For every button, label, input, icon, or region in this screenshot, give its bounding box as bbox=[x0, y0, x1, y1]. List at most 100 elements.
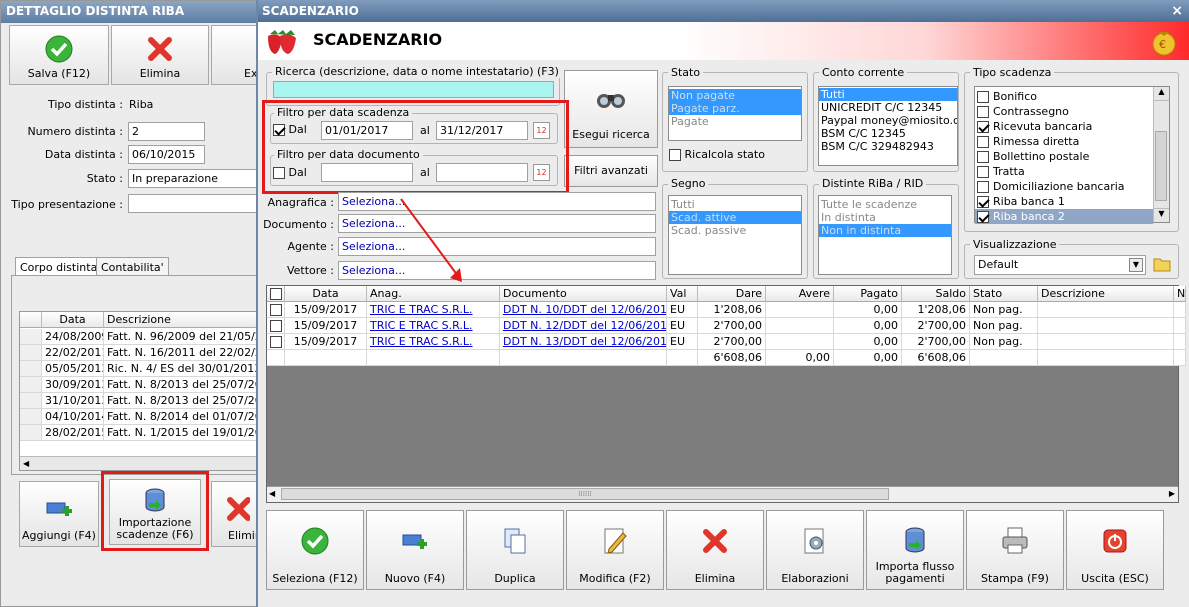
table-cell[interactable]: Non pag. bbox=[970, 302, 1038, 318]
list-item[interactable]: BSM C/C 329482943 bbox=[819, 140, 957, 153]
table-cell[interactable]: DDT N. 10/DDT del 12/06/2017 bbox=[500, 302, 667, 318]
scroll-up-icon[interactable]: ▲ bbox=[1154, 87, 1169, 101]
list-item[interactable]: Tutti bbox=[819, 88, 957, 101]
table-cell-descrizione[interactable]: Fatt. N. 16/2011 del 22/02/20 bbox=[104, 345, 260, 361]
table-cell[interactable] bbox=[667, 350, 698, 366]
grid-header-data[interactable]: Data bbox=[42, 312, 104, 328]
tipo-scadenza-list[interactable]: Bonifico Contrassegno Ricevuta bancaria Rim… bbox=[974, 86, 1170, 224]
table-cell[interactable]: DDT N. 13/DDT del 12/06/2017 bbox=[500, 334, 667, 350]
save-button[interactable]: Salva (F12) bbox=[9, 25, 109, 85]
row-selector[interactable] bbox=[20, 409, 42, 425]
stampa-button[interactable]: Stampa (F9) bbox=[966, 510, 1064, 590]
table-cell[interactable]: 15/09/2017 bbox=[285, 334, 367, 350]
table-cell-descrizione[interactable]: Fatt. N. 1/2015 del 19/01/201 bbox=[104, 425, 260, 441]
table-cell[interactable] bbox=[1174, 350, 1186, 366]
folder-icon[interactable] bbox=[1153, 256, 1171, 272]
table-cell[interactable] bbox=[285, 350, 367, 366]
segno-listbox[interactable]: Tutti Scad. attive Scad. passive bbox=[668, 195, 802, 275]
grid-header-10[interactable]: Descrizione bbox=[1038, 286, 1174, 302]
select-all-checkbox[interactable] bbox=[267, 286, 285, 302]
scroll-right-icon[interactable]: ▶ bbox=[1169, 489, 1175, 498]
list-item[interactable]: Pagate parz. bbox=[669, 102, 801, 115]
table-cell[interactable]: TRIC E TRAC S.R.L. bbox=[367, 334, 500, 350]
tipo-scadenza-item[interactable]: Riba banca 1 bbox=[975, 194, 1153, 209]
table-cell[interactable]: 0,00 bbox=[766, 350, 834, 366]
table-cell[interactable]: 1'208,06 bbox=[698, 302, 766, 318]
row-selector[interactable] bbox=[20, 361, 42, 377]
tipo-scadenza-item[interactable]: Bonifico bbox=[975, 89, 1153, 104]
table-cell[interactable]: 0,00 bbox=[834, 318, 902, 334]
tipo-scadenza-item[interactable]: Ricevuta bancaria bbox=[975, 119, 1153, 134]
grid-header-1[interactable]: Data bbox=[285, 286, 367, 302]
grid-header-2[interactable]: Anag. bbox=[367, 286, 500, 302]
list-item[interactable]: Tutte le scadenze bbox=[819, 198, 951, 211]
checkbox[interactable] bbox=[977, 136, 989, 148]
table-cell[interactable]: EU bbox=[667, 334, 698, 350]
checkbox-unchecked[interactable] bbox=[270, 336, 282, 348]
add-button[interactable]: Aggiungi (F4) bbox=[19, 481, 99, 547]
grid-header-5[interactable]: Dare bbox=[698, 286, 766, 302]
table-cell[interactable]: DDT N. 12/DDT del 12/06/2017 bbox=[500, 318, 667, 334]
tab-corpo-distinta[interactable]: Corpo distinta bbox=[15, 257, 103, 277]
chevron-down-icon[interactable]: ▼ bbox=[1129, 258, 1143, 272]
scroll-left-icon[interactable]: ◀ bbox=[269, 489, 275, 498]
tipo-scadenza-item[interactable]: Riba banca 2 bbox=[975, 209, 1153, 224]
checkbox[interactable] bbox=[977, 121, 989, 133]
checkbox[interactable] bbox=[977, 211, 989, 223]
scroll-down-icon[interactable]: ▼ bbox=[1154, 208, 1169, 222]
tipo-scadenza-item[interactable]: Tratta bbox=[975, 164, 1153, 179]
checkbox[interactable] bbox=[977, 91, 989, 103]
row-selector[interactable] bbox=[20, 377, 42, 393]
documento-link[interactable]: DDT N. 10/DDT del 12/06/2017 bbox=[503, 303, 666, 316]
table-cell[interactable] bbox=[766, 302, 834, 318]
table-cell[interactable]: TRIC E TRAC S.R.L. bbox=[367, 318, 500, 334]
importa-flusso-button[interactable]: Importa flusso pagamenti bbox=[866, 510, 964, 590]
checkbox-unchecked[interactable] bbox=[270, 288, 282, 300]
list-item[interactable]: Paypal money@miosito.com bbox=[819, 114, 957, 127]
row-checkbox-cell[interactable] bbox=[267, 350, 285, 366]
horizontal-scrollbar[interactable]: ◀ ⁞⁞⁞⁞⁞⁞ ▶ bbox=[267, 486, 1178, 502]
table-cell[interactable]: Non pag. bbox=[970, 334, 1038, 350]
table-cell[interactable]: 15/09/2017 bbox=[285, 318, 367, 334]
list-item[interactable]: Scad. passive bbox=[669, 224, 801, 237]
tipo-scadenza-item[interactable]: Rimessa diretta bbox=[975, 134, 1153, 149]
scadenza-to-input[interactable]: 31/12/2017 bbox=[436, 121, 528, 140]
table-cell[interactable]: 0,00 bbox=[834, 350, 902, 366]
table-cell[interactable]: 2'700,00 bbox=[902, 318, 970, 334]
documento-from-input[interactable] bbox=[321, 163, 413, 182]
row-selector[interactable] bbox=[20, 329, 42, 345]
list-item[interactable]: Tutti bbox=[669, 198, 801, 211]
scrollbar-thumb[interactable]: ⁞⁞⁞⁞⁞⁞ bbox=[281, 488, 889, 500]
distinte-listbox[interactable]: Tutte le scadenze In distinta Non in dis… bbox=[818, 195, 952, 275]
grid-header-9[interactable]: Stato bbox=[970, 286, 1038, 302]
grid-header-4[interactable]: Val bbox=[667, 286, 698, 302]
table-cell[interactable]: 0,00 bbox=[834, 302, 902, 318]
grid-header-8[interactable]: Saldo bbox=[902, 286, 970, 302]
table-cell[interactable]: 6'608,06 bbox=[902, 350, 970, 366]
ricalcola-checkbox[interactable]: Ricalcola stato bbox=[669, 148, 765, 161]
delete-button[interactable]: Elimina bbox=[111, 25, 209, 85]
scroll-left-icon[interactable]: ◀ bbox=[23, 459, 29, 468]
nuovo-button[interactable]: Nuovo (F4) bbox=[366, 510, 464, 590]
list-item[interactable]: Scad. attive bbox=[669, 211, 801, 224]
table-cell[interactable]: 2'700,00 bbox=[698, 334, 766, 350]
elimina-button[interactable]: Elimina bbox=[666, 510, 764, 590]
documento-to-input[interactable] bbox=[436, 163, 528, 182]
table-cell-descrizione[interactable]: Fatt. N. 8/2013 del 25/07/201 bbox=[104, 377, 260, 393]
tab-contabilita[interactable]: Contabilita' bbox=[96, 257, 169, 277]
tipo-presentazione-select[interactable] bbox=[128, 194, 258, 213]
table-cell[interactable] bbox=[367, 350, 500, 366]
checkbox-checked[interactable] bbox=[273, 124, 285, 136]
grid-header-6[interactable]: Avere bbox=[766, 286, 834, 302]
table-cell[interactable] bbox=[766, 334, 834, 350]
tipo-scadenza-item[interactable]: Domiciliazione bancaria bbox=[975, 179, 1153, 194]
scrollbar-thumb[interactable] bbox=[1155, 131, 1167, 201]
numero-distinta-input[interactable]: 2 bbox=[128, 122, 205, 141]
export-button[interactable]: Ex bbox=[211, 25, 259, 85]
vertical-scrollbar[interactable]: ▲ ▼ bbox=[1153, 87, 1169, 222]
table-cell[interactable]: 2'700,00 bbox=[902, 334, 970, 350]
table-cell-descrizione[interactable]: Fatt. N. 8/2014 del 01/07/201 bbox=[104, 409, 260, 425]
checkbox-unchecked[interactable] bbox=[270, 304, 282, 316]
elaborazioni-button[interactable]: Elaborazioni bbox=[766, 510, 864, 590]
horizontal-scrollbar[interactable]: ◀ bbox=[20, 456, 258, 470]
